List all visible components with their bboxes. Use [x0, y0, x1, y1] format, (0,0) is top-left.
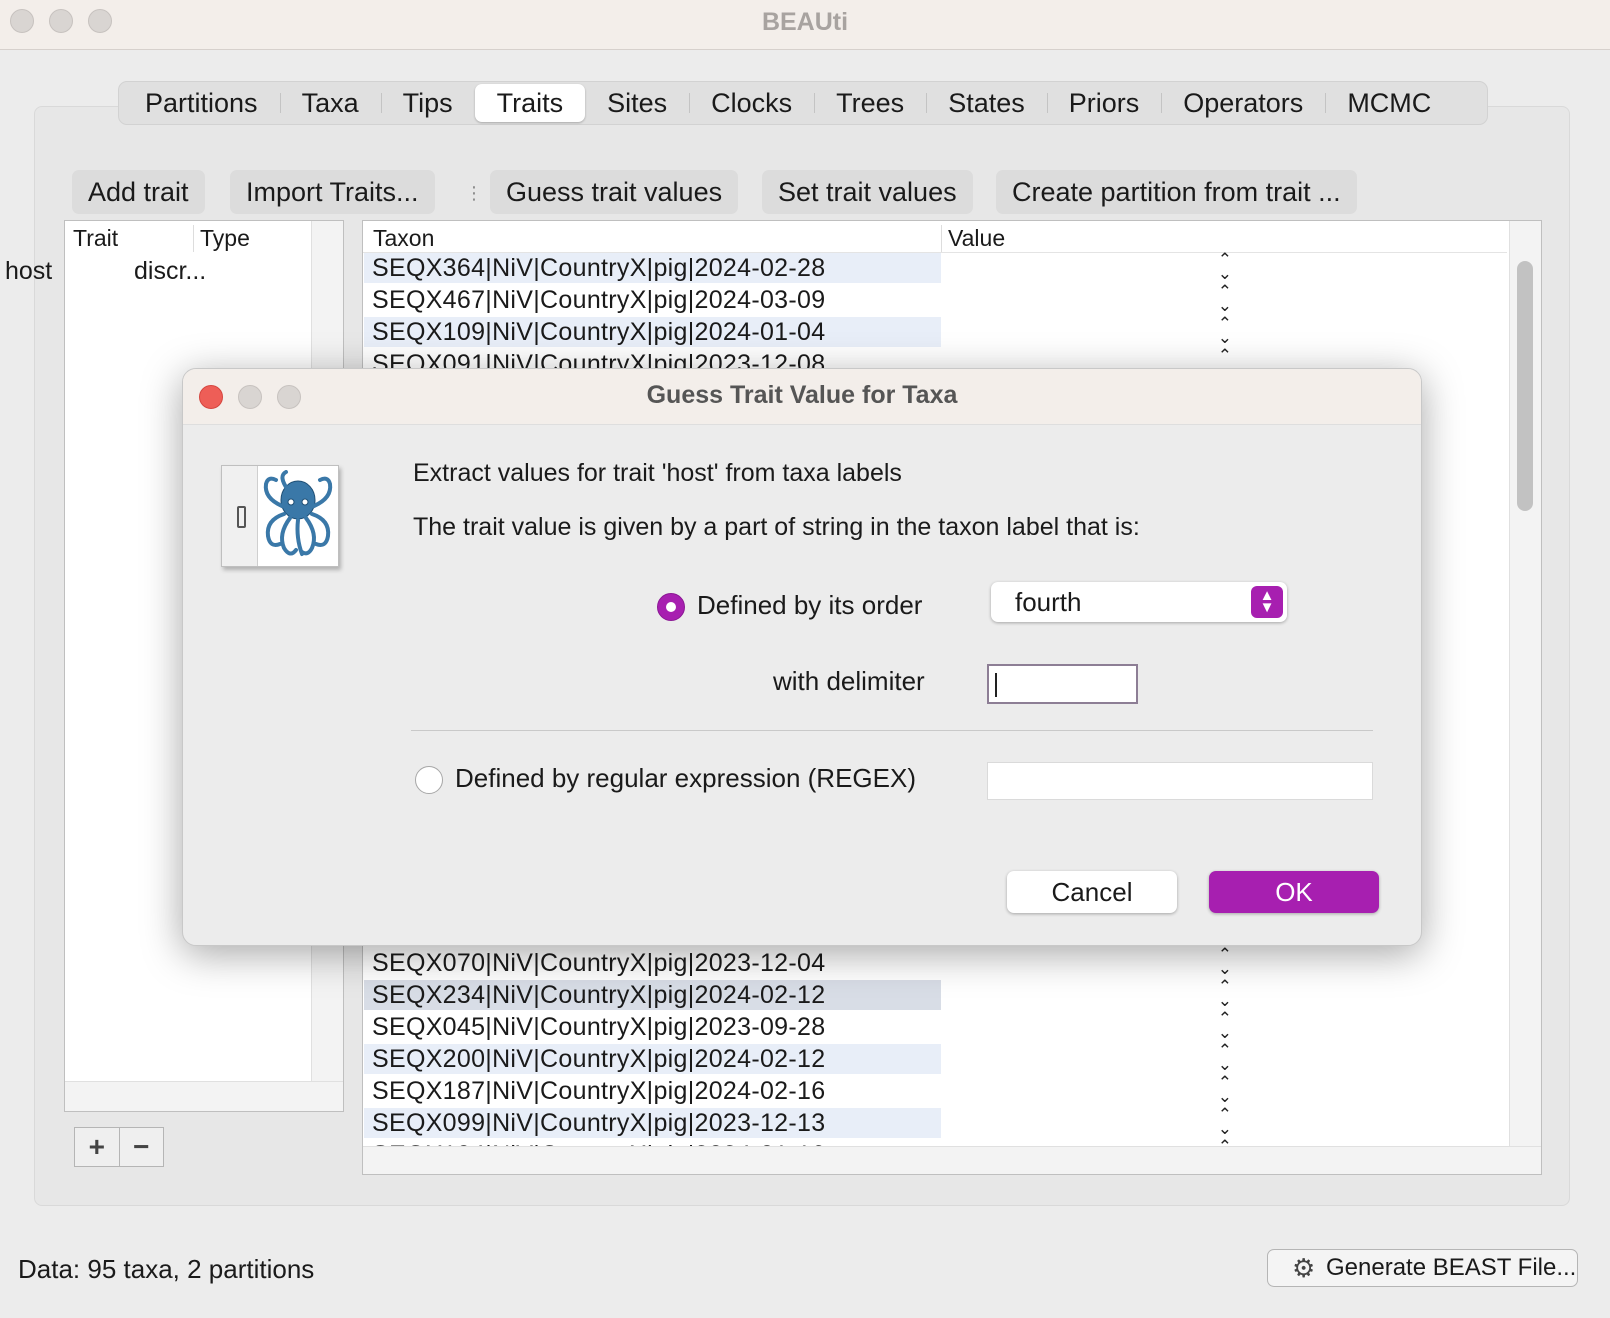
window-titlebar: BEAUti — [0, 0, 1610, 50]
taxon-name: SEQX200|NiV|CountryX|pig|2024-02-12 — [364, 1044, 941, 1074]
tab-sites[interactable]: Sites — [585, 84, 689, 122]
table-row[interactable]: SEQX200|NiV|CountryX|pig|2024-02-12 ⌃ ⌄ — [364, 1042, 1508, 1076]
table-row[interactable]: SEQX070|NiV|CountryX|pig|2023-12-04 ⌃ ⌄ — [364, 946, 1508, 980]
trait-type[interactable]: disc⁠r... — [134, 257, 206, 286]
tab-tips[interactable]: Tips — [380, 84, 475, 122]
add-trait-button[interactable]: Add trait — [72, 170, 205, 214]
set-trait-values-button[interactable]: Set trait values — [762, 170, 973, 214]
dialog-description: Extract values for trait 'host' from tax… — [413, 459, 902, 487]
tab-trees[interactable]: Trees — [814, 84, 926, 122]
text-cursor — [995, 673, 997, 697]
trait-row-host[interactable]: host disc⁠r... — [5, 257, 206, 286]
trait-add-remove-buttons: + − — [74, 1127, 164, 1167]
import-traits-button[interactable]: Import Traits... — [230, 170, 435, 214]
generate-beast-file-button[interactable]: ⚙ Generate BEAST File... — [1267, 1249, 1578, 1287]
dialog-divider — [411, 730, 1373, 731]
table-row[interactable]: SEQX364|NiV|CountryX|pig|2024-02-28 ⌃ ⌄ — [364, 251, 1508, 285]
regex-input[interactable] — [987, 762, 1373, 800]
tab-clocks[interactable]: Clocks — [689, 84, 814, 122]
taxon-column-header[interactable]: Taxon — [373, 225, 434, 252]
select-chevron-icon: ▲ ▼ — [1251, 586, 1283, 618]
add-trait-plus-button[interactable]: + — [75, 1128, 119, 1166]
tab-mcmc[interactable]: MCMC — [1325, 84, 1453, 122]
window-title: BEAUti — [761, 8, 849, 36]
regex-radio-button[interactable] — [415, 766, 443, 794]
value-stepper-icon[interactable]: ⌃⌄ — [1215, 1042, 1235, 1073]
trait-column-header[interactable]: Trait — [73, 225, 118, 252]
value-stepper-icon[interactable]: ⌃⌄ — [1215, 946, 1235, 977]
table-row[interactable]: SEQX099|NiV|CountryX|pig|2023-12-13 ⌃ ⌄ — [364, 1106, 1508, 1140]
value-column-header[interactable]: Value — [941, 225, 1005, 252]
order-select-value: fourth — [1015, 587, 1082, 617]
value-stepper-icon[interactable]: ⌃⌄ — [1215, 283, 1235, 314]
taxon-name: SEQX099|NiV|CountryX|pig|2023-12-13 — [364, 1108, 941, 1138]
remove-trait-minus-button[interactable]: − — [118, 1128, 164, 1166]
gear-icon: ⚙ — [1292, 1253, 1316, 1283]
value-stepper-icon[interactable]: ⌃⌄ — [1215, 315, 1235, 346]
table-row[interactable]: SEQX109|NiV|CountryX|pig|2024-01-04 ⌃ ⌄ — [364, 315, 1508, 349]
tab-states[interactable]: States — [926, 84, 1047, 122]
tab-traits[interactable]: Traits — [474, 84, 586, 122]
value-stepper-icon[interactable]: ⌃⌄ — [1215, 1010, 1235, 1041]
status-text: Data: 95 taxa, 2 partitions — [18, 1254, 315, 1284]
cancel-button[interactable]: Cancel — [1007, 871, 1177, 913]
table-row[interactable]: SEQX187|NiV|CountryX|pig|2024-02-16 ⌃ ⌄ — [364, 1074, 1508, 1108]
tab-operators[interactable]: Operators — [1161, 84, 1325, 122]
taxon-table-scroll-thumb[interactable] — [1517, 261, 1533, 511]
dialog-titlebar: Guess Trait Value for Taxa — [183, 369, 1421, 425]
taxon-table-horizontal-scrollbar[interactable] — [363, 1146, 1541, 1174]
trait-table-header: Trait Type — [65, 221, 343, 253]
tab-priors[interactable]: Priors — [1046, 84, 1162, 122]
taxon-table-vertical-scrollbar[interactable] — [1509, 221, 1541, 1147]
taxon-name: SEQX187|NiV|CountryX|pig|2024-02-16 — [372, 1077, 826, 1105]
value-stepper-icon[interactable]: ⌃⌄ — [1215, 1106, 1235, 1137]
guess-trait-dialog: Guess Trait Value for Taxa Extract value… — [182, 368, 1422, 946]
tab-partitions[interactable]: Partitions — [123, 84, 280, 122]
value-stepper-icon[interactable]: ⌃⌄ — [1215, 1074, 1235, 1105]
taxon-name: SEQX364|NiV|CountryX|pig|2024-02-28 — [364, 253, 941, 283]
order-label[interactable]: Defined by its order — [697, 590, 922, 621]
dialog-instruction: The trait value is given by a part of st… — [413, 513, 1140, 541]
taxon-name: SEQX467|NiV|CountryX|pig|2024-03-09 — [372, 286, 826, 314]
taxon-name: SEQX109|NiV|CountryX|pig|2024-01-04 — [364, 317, 941, 347]
trait-name: host — [5, 257, 53, 285]
guess-trait-values-button[interactable]: Guess trait values — [490, 170, 739, 214]
ok-button[interactable]: OK — [1209, 871, 1379, 913]
generate-beast-file-label: Generate BEAST File... — [1326, 1254, 1577, 1281]
create-partition-from-trait-button[interactable]: Create partition from trait ... — [996, 170, 1357, 214]
table-row[interactable]: SEQX467|NiV|CountryX|pig|2024-03-09 ⌃ ⌄ — [364, 283, 1508, 317]
tab-bar: Partitions Taxa Tips Traits Sites Clocks Trees… — [118, 81, 1488, 125]
value-stepper-icon[interactable]: ⌃⌄ — [1215, 251, 1235, 282]
taxon-table-header: Taxon Value — [363, 221, 1507, 253]
table-row[interactable]: SEQX045|NiV|CountryX|pig|2023-09-28 ⌃ ⌄ — [364, 1010, 1508, 1044]
dialog-title: Guess Trait Value for Taxa — [646, 381, 958, 409]
delimiter-label: with delimiter — [773, 666, 925, 696]
regex-label[interactable]: Defined by regular expression (REGEX) — [455, 763, 916, 794]
taxon-name: SEQX070|NiV|CountryX|pig|2023-12-04 — [372, 949, 826, 977]
type-column-header[interactable]: Type — [193, 225, 250, 252]
taxon-name: SEQX045|NiV|CountryX|pig|2023-09-28 — [372, 1013, 826, 1041]
beauti-octopus-icon — [221, 465, 339, 567]
order-select[interactable]: fourth ▲ ▼ — [991, 582, 1287, 622]
table-row[interactable]: SEQX234|NiV|CountryX|pig|2024-02-12 ⌃ ⌄ — [364, 978, 1508, 1012]
taxon-name: SEQX234|NiV|CountryX|pig|2024-02-12 — [364, 980, 941, 1010]
order-radio-button[interactable] — [657, 593, 685, 621]
trait-table-horizontal-scrollbar[interactable] — [65, 1081, 343, 1111]
value-stepper-icon[interactable]: ⌃⌄ — [1215, 978, 1235, 1009]
delimiter-input[interactable] — [987, 664, 1138, 704]
tab-taxa[interactable]: Taxa — [279, 84, 381, 122]
toolbar-separator: ⋮ — [465, 183, 483, 203]
